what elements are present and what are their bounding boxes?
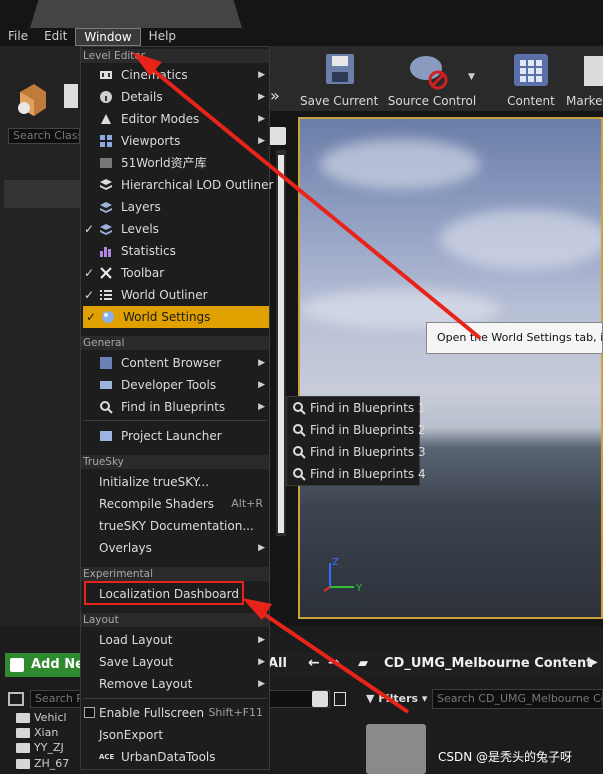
annotation-arrows — [132, 52, 482, 714]
watermark: CSDN @是秃头的兔子呀 — [438, 750, 573, 764]
annotation-arrow-top — [146, 64, 482, 340]
annotation-arrow-bottom — [256, 608, 410, 714]
